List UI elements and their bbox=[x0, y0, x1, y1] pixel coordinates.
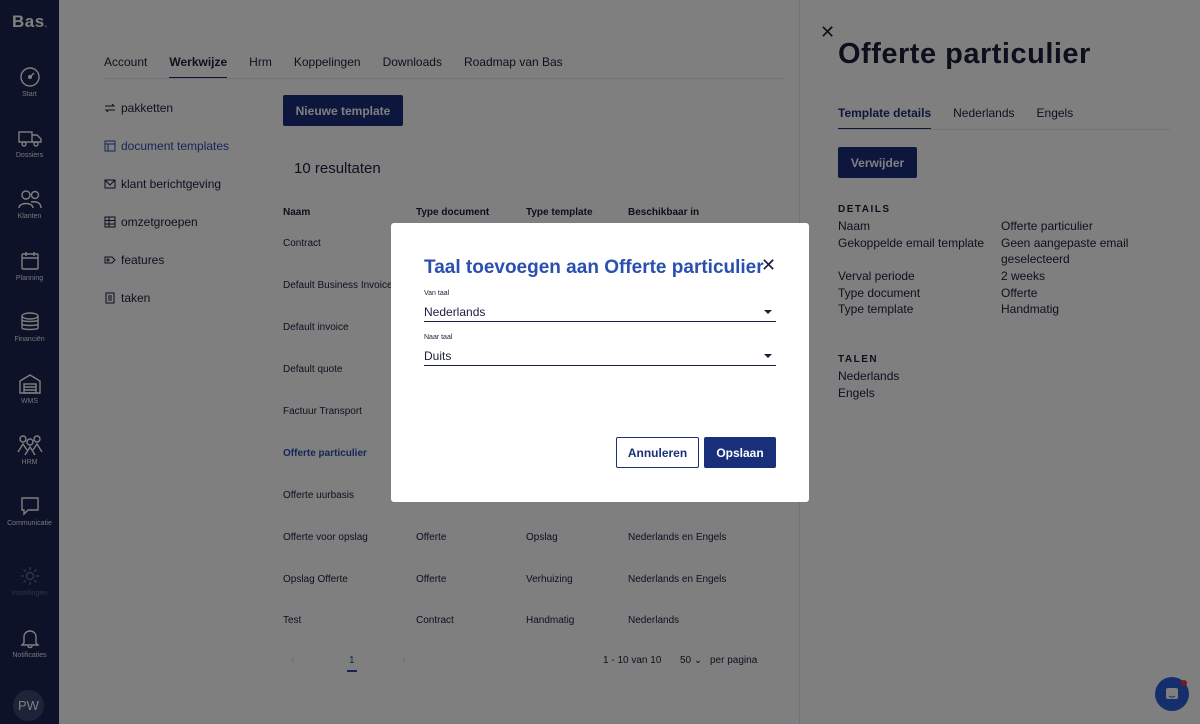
close-icon[interactable]: ✕ bbox=[761, 255, 776, 276]
from-language-value: Nederlands bbox=[424, 304, 486, 319]
dialog-title: Taal toevoegen aan Offerte particulier bbox=[424, 257, 764, 278]
from-language-select[interactable]: Nederlands bbox=[424, 302, 776, 322]
caret-down-icon bbox=[764, 309, 772, 314]
save-button[interactable]: Opslaan bbox=[704, 437, 776, 468]
to-language-value: Duits bbox=[424, 348, 452, 363]
add-language-dialog: Taal toevoegen aan Offerte particulier ✕… bbox=[391, 223, 809, 502]
cancel-button[interactable]: Annuleren bbox=[616, 437, 699, 468]
to-language-field: Naar taal Duits bbox=[424, 334, 776, 366]
caret-down-icon bbox=[764, 353, 772, 358]
to-language-label: Naar taal bbox=[424, 334, 453, 341]
from-language-field: Van taal Nederlands bbox=[424, 290, 776, 322]
to-language-select[interactable]: Duits bbox=[424, 346, 776, 366]
from-language-label: Van taal bbox=[424, 290, 450, 297]
